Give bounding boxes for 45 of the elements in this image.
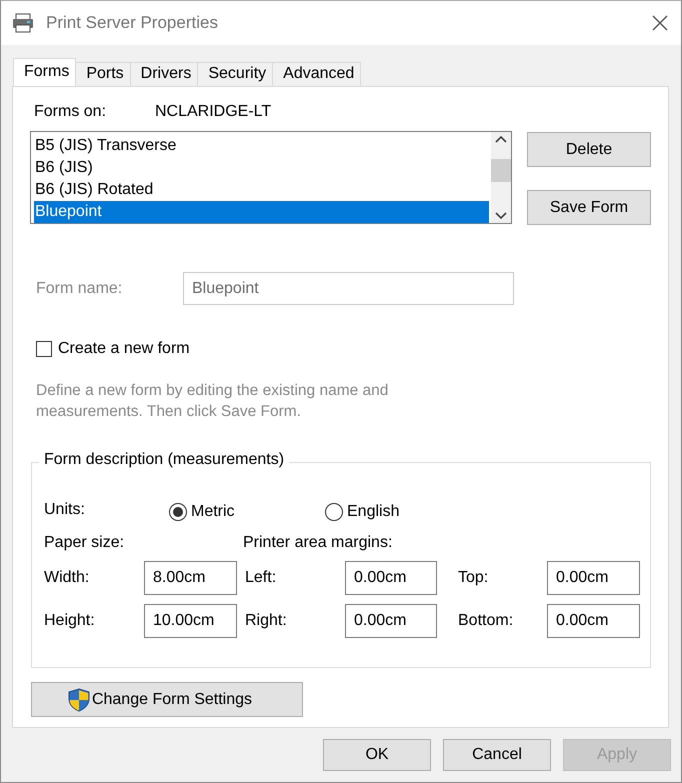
tab[interactable]: Forms [13,58,76,86]
delete-button[interactable]: Delete [527,132,651,167]
scroll-down-icon[interactable] [495,212,507,220]
server-name: NCLARIDGE-LT [155,103,272,122]
measurement-field[interactable]: 0.00cm [345,561,437,595]
measurement-field[interactable]: 0.00cm [547,604,640,638]
margins-label: Printer area margins: [242,534,394,552]
change-form-settings-button[interactable]: Change Form Settings [31,682,303,717]
field-label: Width: [44,569,90,587]
checkbox[interactable] [36,341,52,357]
radio-label[interactable]: Metric [191,503,235,521]
radio-label[interactable]: English [347,503,400,521]
close-icon[interactable] [651,14,669,32]
shield-icon [68,688,90,712]
list-item[interactable]: B5 (JIS) Transverse [34,135,489,157]
tab[interactable]: Advanced [272,62,362,86]
window-title: Print Server Properties [46,13,218,33]
field-label: Right: [244,612,288,630]
measurement-field[interactable]: 0.00cm [547,561,640,595]
field-label: Height: [44,612,96,630]
forms-on-label: Forms on: [34,103,108,122]
save-form-button[interactable]: Save Form [527,190,651,225]
measurement-field[interactable]: 0.00cm [345,604,437,638]
hint-text: Define a new form by editing the existing name and measurements. Then click Save Form. [36,381,390,422]
radio-button[interactable] [325,503,343,521]
scrollbar-thumb[interactable] [491,159,511,182]
paper-size-label: Paper size: [44,534,126,552]
scroll-up-icon[interactable] [495,135,507,143]
list-item[interactable]: B6 (JIS) Rotated [34,179,489,201]
printer-icon [12,13,34,33]
field-label: Bottom: [457,612,514,630]
field-label: Top: [457,569,490,587]
list-item[interactable]: B6 (JIS) [34,157,489,179]
checkbox-label[interactable]: Create a new form [58,340,190,358]
radio-button[interactable] [169,503,187,521]
measurement-field[interactable]: 10.00cm [144,604,237,638]
field-label: Left: [244,569,278,587]
measurement-field[interactable]: 8.00cm [144,561,237,595]
list-item[interactable]: Bluepoint [34,201,489,223]
forms-list[interactable]: B5 (JIS) Transverse B6 (JIS) B6 (JIS) Rotated Bluepoint [30,131,512,224]
group-title: Form description (measurements) [39,451,290,469]
form-name-label: Form name: [36,280,124,298]
units-label: Units: [44,501,86,519]
cancel-button[interactable]: Cancel [443,739,551,771]
ok-button[interactable]: OK [323,739,431,771]
